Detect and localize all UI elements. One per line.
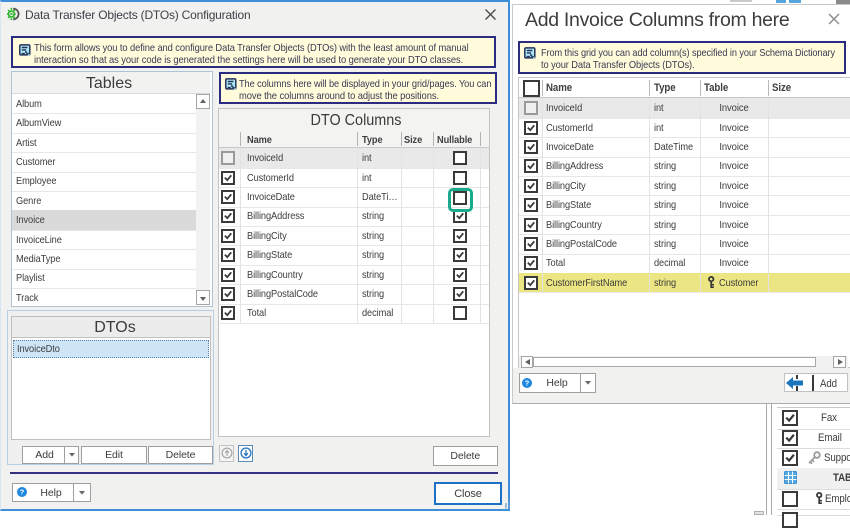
svg-text:?: ?: [525, 378, 530, 387]
svg-text:?: ?: [20, 488, 25, 497]
